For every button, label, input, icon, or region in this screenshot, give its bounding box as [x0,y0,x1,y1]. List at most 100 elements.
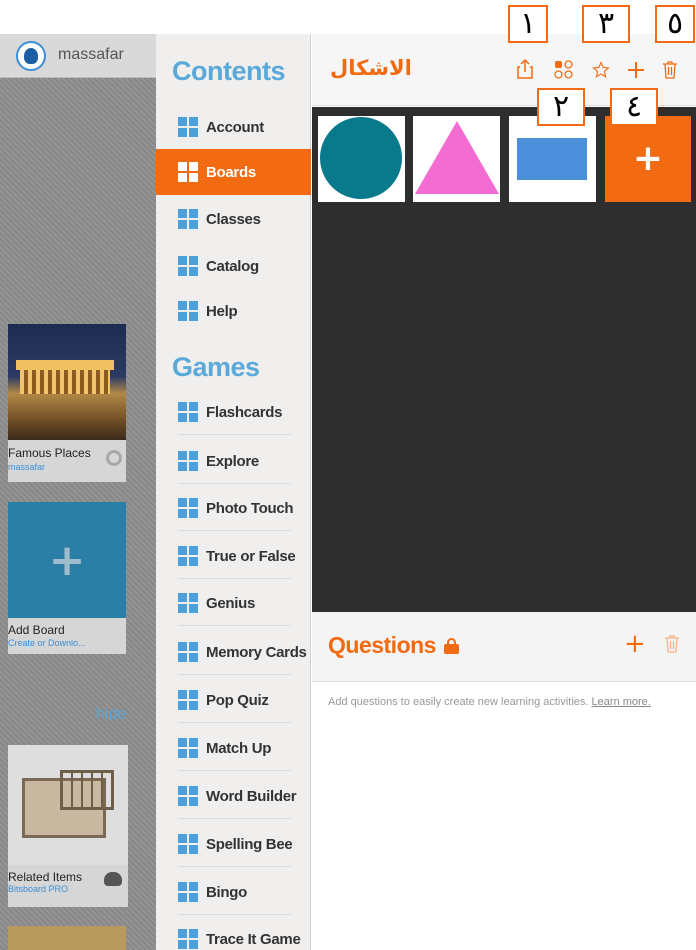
menu-item-boards[interactable]: Boards [156,149,311,195]
menu-item-label: True or False [206,547,296,565]
menu-item-label: Word Builder [206,787,297,805]
grid-icon [178,593,198,613]
menu-item-true-or-false[interactable]: True or False [156,533,311,579]
add-board-button[interactable]: + [8,502,126,618]
trash-icon[interactable] [662,60,678,80]
grid-icon [178,402,198,422]
grid-icon [178,162,198,182]
callout-3: ٣ [582,5,630,43]
grid-icon [178,301,198,321]
callout-5: ٥ [655,5,695,43]
username[interactable]: massafar [58,46,124,64]
menu-item-label: Trace It Game [206,930,301,948]
cloud-download-icon[interactable] [104,872,122,886]
lock-icon[interactable] [444,638,459,654]
separator [178,483,291,484]
menu-item-memory-cards[interactable]: Memory Cards [156,629,311,675]
add-question-button[interactable]: + [624,629,646,659]
callout-1: ١ [508,5,548,43]
grid-icon [178,451,198,471]
menu-item-word-builder[interactable]: Word Builder [156,773,311,819]
board-owner: massafar [8,462,46,472]
menu-item-label: Help [206,302,238,320]
share-icon[interactable] [516,58,534,80]
grid-icon [178,642,198,662]
related-items-title: Related Items [8,870,83,884]
lock-body [444,644,459,654]
delete-question-trash-icon[interactable] [664,634,680,654]
menu-item-label: Flashcards [206,403,283,421]
separator [178,578,291,579]
menu-item-photo-touch[interactable]: Photo Touch [156,485,311,531]
grid-view-icon[interactable] [554,60,574,80]
menu-item-label: Explore [206,452,259,470]
menu-item-genius[interactable]: Genius [156,580,311,626]
plus-icon[interactable] [626,60,646,80]
progress-ring-icon [106,450,122,466]
questions-hint: Add questions to easily create new learn… [328,696,651,708]
questions-list [312,683,696,950]
grid-icon [178,834,198,854]
menu-item-match-up[interactable]: Match Up [156,725,311,771]
board-subtitle: Create or Downlo... [8,638,86,648]
separator [178,866,291,867]
grid-icon [178,498,198,518]
temple-roof [16,360,114,370]
menu-item-label: Photo Touch [206,499,294,517]
circle-shape [320,117,402,199]
menu-item-bingo[interactable]: Bingo [156,869,311,915]
separator [178,770,291,771]
plus-icon: + [632,138,664,179]
menu-item-spelling-bee[interactable]: Spelling Bee [156,821,311,867]
separator [178,434,291,435]
board-thumbnail-partial[interactable] [8,926,126,950]
menu-item-explore[interactable]: Explore [156,438,311,484]
menu-item-pop-quiz[interactable]: Pop Quiz [156,677,311,723]
separator [178,625,291,626]
board-title[interactable]: الاشكال [330,56,412,80]
hide-link[interactable]: hide [96,706,126,724]
menu-item-label: Pop Quiz [206,691,269,709]
separator [178,530,291,531]
grid-icon [178,738,198,758]
separator [178,674,291,675]
questions-title: Questions [328,632,436,658]
menu-item-label: Spelling Bee [206,835,293,853]
related-items-subtitle: Bitsboard PRO [8,884,69,894]
add-item-button[interactable]: + [605,116,691,202]
menu-item-flashcards[interactable]: Flashcards [156,389,311,435]
menu-item-trace-it-game[interactable]: Trace It Game [156,916,311,950]
hint-text: Add questions to easily create new learn… [328,696,589,708]
bed-headboard [60,770,114,810]
user-avatar-icon[interactable] [16,41,46,71]
grid-icon [178,256,198,276]
rectangle-shape [517,138,587,180]
board-title: Add Board [8,623,65,637]
menu-item-account[interactable]: Account [156,104,311,150]
plus-icon: + [48,534,86,586]
callout-4: ٤ [610,88,658,126]
grid-icon [178,929,198,949]
temple-columns [20,370,110,394]
avatar-figure [24,48,38,64]
grid-icon [178,690,198,710]
menu-item-label: Genius [206,594,256,612]
menu-item-catalog[interactable]: Catalog [156,243,311,289]
menu-item-label: Bingo [206,883,247,901]
grid-icon [178,117,198,137]
triangle-shape [415,121,499,194]
star-icon[interactable] [592,61,610,79]
menu-item-label: Catalog [206,257,259,275]
menu-item-label: Memory Cards [206,643,307,661]
menu-item-label: Match Up [206,739,272,757]
grid-icon [178,882,198,902]
menu-item-classes[interactable]: Classes [156,196,311,242]
grid-icon [178,786,198,806]
contents-title: Contents [172,56,286,86]
menu-item-help[interactable]: Help [156,288,311,334]
grid-icon [178,209,198,229]
games-title: Games [172,352,260,382]
separator [178,914,291,915]
learn-more-link[interactable]: Learn more. [592,696,651,708]
callout-2: ٢ [537,88,585,126]
